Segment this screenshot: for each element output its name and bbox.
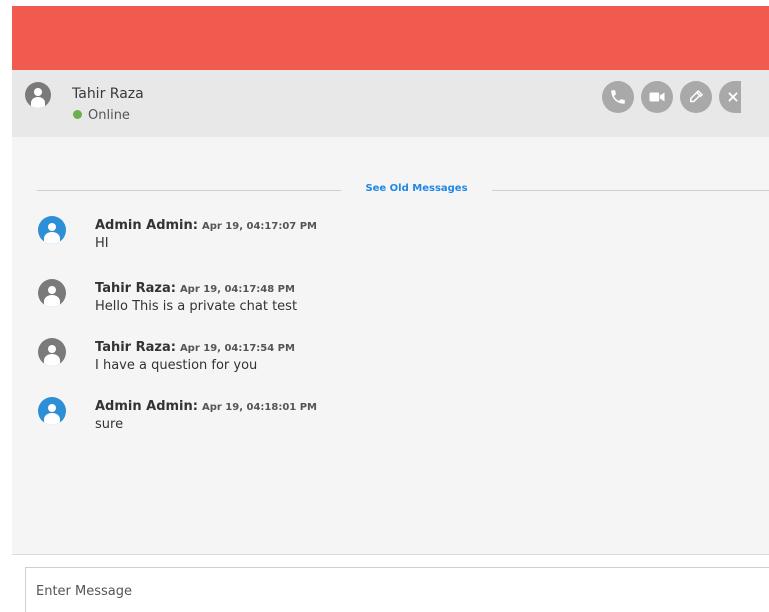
contact-status: Online [72, 108, 130, 123]
message-sender: Tahir Raza: [95, 340, 176, 355]
message-timestamp: Apr 19, 04:17:07 PM [201, 221, 317, 232]
message-header: Admin Admin: Apr 19, 04:18:01 PM [95, 395, 317, 414]
message-item: Admin Admin: Apr 19, 04:18:01 PM sure [38, 395, 738, 445]
call-button[interactable] [602, 81, 634, 113]
user-icon [25, 82, 51, 108]
message-item: Tahir Raza: Apr 19, 04:17:48 PM Hello Thi… [38, 277, 738, 327]
message-text: sure [95, 417, 124, 432]
user-icon [38, 279, 66, 307]
user-icon [38, 397, 66, 425]
top-bar [12, 6, 769, 70]
message-timestamp: Apr 19, 04:18:01 PM [201, 402, 317, 413]
message-header: Tahir Raza: Apr 19, 04:17:54 PM [95, 336, 295, 355]
admin-avatar [38, 216, 66, 244]
message-sender: Admin Admin: [95, 218, 198, 233]
message-list: See Old Messages Admin Admin: Apr 19, 04:… [12, 137, 769, 554]
message-header: Admin Admin: Apr 19, 04:17:07 PM [95, 214, 317, 233]
video-camera-icon [649, 92, 665, 102]
phone-icon [611, 90, 625, 104]
message-text: Hello This is a private chat test [95, 299, 298, 314]
status-label: Online [88, 108, 130, 123]
video-call-button[interactable] [641, 81, 673, 113]
user-avatar [38, 279, 66, 307]
message-text: I have a question for you [95, 358, 258, 373]
user-icon [38, 216, 66, 244]
close-chat-button[interactable] [719, 81, 741, 113]
online-status-dot [73, 110, 82, 119]
message-item: Admin Admin: Apr 19, 04:17:07 PM HI [38, 214, 738, 264]
message-timestamp: Apr 19, 04:17:48 PM [179, 284, 295, 295]
old-messages-divider: See Old Messages [37, 183, 769, 197]
message-text: HI [95, 236, 109, 251]
user-avatar [38, 338, 66, 366]
message-timestamp: Apr 19, 04:17:54 PM [179, 343, 295, 354]
eyedropper-icon [690, 89, 704, 103]
divider-line [37, 190, 341, 191]
contact-name: Tahir Raza [72, 86, 144, 102]
message-sender: Admin Admin: [95, 399, 198, 414]
user-icon [38, 338, 66, 366]
message-header: Tahir Raza: Apr 19, 04:17:48 PM [95, 277, 295, 296]
admin-avatar [38, 397, 66, 425]
chat-window: Tahir Raza Online See Old Messages Admin… [0, 0, 769, 612]
message-composer [12, 554, 769, 612]
color-picker-button[interactable] [680, 81, 712, 113]
divider-line [492, 190, 769, 191]
message-input[interactable] [25, 567, 769, 612]
message-sender: Tahir Raza: [95, 281, 176, 296]
contact-avatar [25, 82, 51, 108]
contact-header: Tahir Raza Online [12, 70, 769, 137]
close-icon [728, 92, 738, 102]
see-old-messages-link[interactable]: See Old Messages [348, 183, 485, 194]
message-item: Tahir Raza: Apr 19, 04:17:54 PM I have a … [38, 336, 738, 386]
